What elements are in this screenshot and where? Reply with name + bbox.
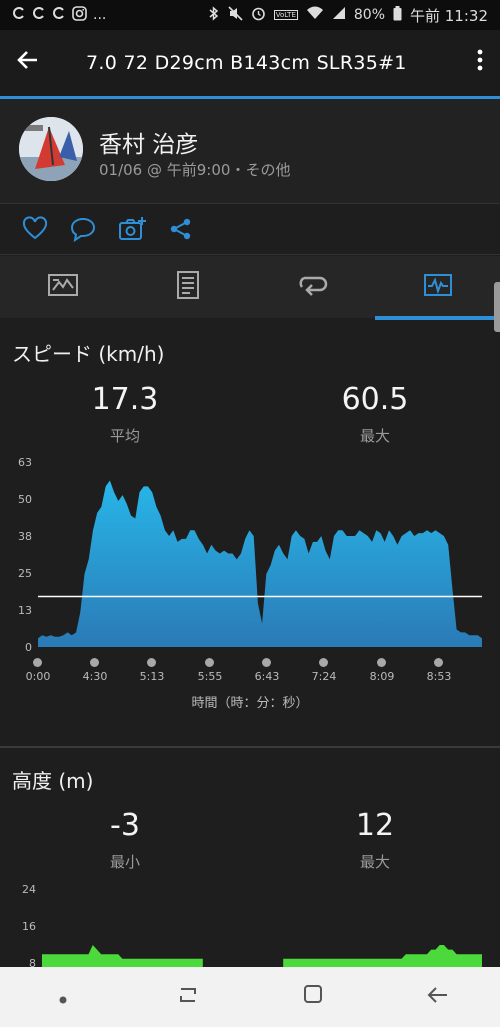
altitude-chart[interactable] <box>0 880 500 967</box>
share-icon <box>168 218 194 246</box>
activity-title: 7.0 72 D29cm B143cm SLR35#1 <box>86 52 407 74</box>
speed-area-series <box>38 480 482 647</box>
x-tick-label: 8:53 <box>426 670 452 683</box>
x-tick-dot <box>205 658 214 667</box>
x-tick-label: 5:55 <box>197 670 223 683</box>
more-icon: ... <box>93 7 107 23</box>
x-tick-dot <box>262 658 271 667</box>
alarm-icon <box>251 6 266 25</box>
x-tick-label: 4:30 <box>82 670 108 683</box>
signal-icon <box>332 6 346 24</box>
x-tick-label: 7:24 <box>311 670 337 683</box>
back-button[interactable] <box>0 30 56 96</box>
x-tick-dot <box>147 658 156 667</box>
tab-overview[interactable] <box>0 256 125 318</box>
comment-button[interactable] <box>70 216 98 244</box>
x-tick-dot <box>33 658 42 667</box>
x-tick-label: 0:00 <box>25 670 51 683</box>
system-nav-bar <box>0 967 500 1027</box>
altitude-min-value: -3 <box>110 808 140 843</box>
section-divider <box>0 746 500 748</box>
speed-avg-value: 17.3 <box>91 382 159 417</box>
battery-level: 80% <box>353 7 385 23</box>
active-tab-indicator <box>375 316 500 320</box>
overflow-menu-button[interactable] <box>460 49 500 77</box>
altitude-area-series <box>283 945 482 967</box>
notification-icon <box>52 6 66 24</box>
x-tick-dot <box>90 658 99 667</box>
divider <box>0 254 500 255</box>
notification-icon <box>12 6 26 24</box>
altitude-section-title: 高度 (m) <box>12 769 94 793</box>
overview-icon <box>47 274 78 300</box>
speed-max-value: 60.5 <box>341 382 409 417</box>
tab-charts[interactable] <box>375 256 500 318</box>
speed-section-title: スピード (km/h) <box>12 342 165 366</box>
altitude-area-series <box>42 945 203 967</box>
more-vert-icon <box>477 49 483 77</box>
charts-icon <box>423 274 452 300</box>
activity-meta: 01/06 @ 午前9:00・その他 <box>99 161 291 179</box>
laps-icon <box>298 274 328 300</box>
back-icon <box>427 985 449 1010</box>
wifi-icon <box>306 6 324 24</box>
nav-dot-button[interactable] <box>43 977 83 1017</box>
x-tick-dot <box>434 658 443 667</box>
instagram-icon <box>72 5 87 25</box>
app-bar: 7.0 72 D29cm B143cm SLR35#1 <box>0 30 500 96</box>
status-bar: ... VoLTE 80% 午前 11:32 <box>0 0 500 30</box>
arrow-left-icon <box>17 48 39 78</box>
share-button[interactable] <box>168 216 196 244</box>
heart-icon <box>22 216 48 246</box>
add-photo-icon <box>118 217 146 246</box>
avatar[interactable] <box>19 117 83 181</box>
comment-icon <box>70 217 96 246</box>
back-nav-button[interactable] <box>418 977 458 1017</box>
activity-header: 香村 治彦 01/06 @ 午前9:00・その他 <box>0 99 500 203</box>
bluetooth-icon <box>208 5 220 25</box>
tab-details[interactable] <box>125 256 250 318</box>
home-button[interactable] <box>293 977 333 1017</box>
dot-icon <box>59 985 67 1010</box>
scroll-handle[interactable] <box>494 282 500 332</box>
social-actions <box>0 204 500 254</box>
recent-apps-button[interactable] <box>168 977 208 1017</box>
x-axis-title: 時間（時：分：秒） <box>191 696 309 711</box>
x-tick-label: 6:43 <box>254 670 280 683</box>
tab-bar <box>0 256 500 318</box>
notification-icon <box>32 6 46 24</box>
x-tick-dot <box>377 658 386 667</box>
altitude-min-label: 最小 <box>109 853 140 871</box>
tab-laps[interactable] <box>250 256 375 318</box>
altitude-max-value: 12 <box>355 808 395 843</box>
home-icon <box>303 984 323 1010</box>
mute-icon <box>228 5 243 25</box>
x-tick-label: 8:09 <box>369 670 395 683</box>
x-tick-dot <box>319 658 328 667</box>
details-icon <box>176 271 199 303</box>
battery-icon <box>393 5 402 25</box>
clock: 午前 11:32 <box>410 6 488 25</box>
athlete-name[interactable]: 香村 治彦 <box>99 125 198 159</box>
speed-chart[interactable] <box>0 450 500 660</box>
speed-avg-label: 平均 <box>109 427 140 445</box>
volte-icon: VoLTE <box>273 10 298 20</box>
like-button[interactable] <box>22 216 50 244</box>
recent-apps-icon <box>177 985 199 1010</box>
altitude-max-label: 最大 <box>359 853 390 871</box>
x-tick-label: 5:13 <box>139 670 165 683</box>
speed-max-label: 最大 <box>359 427 390 445</box>
add-photo-button[interactable] <box>118 216 146 244</box>
